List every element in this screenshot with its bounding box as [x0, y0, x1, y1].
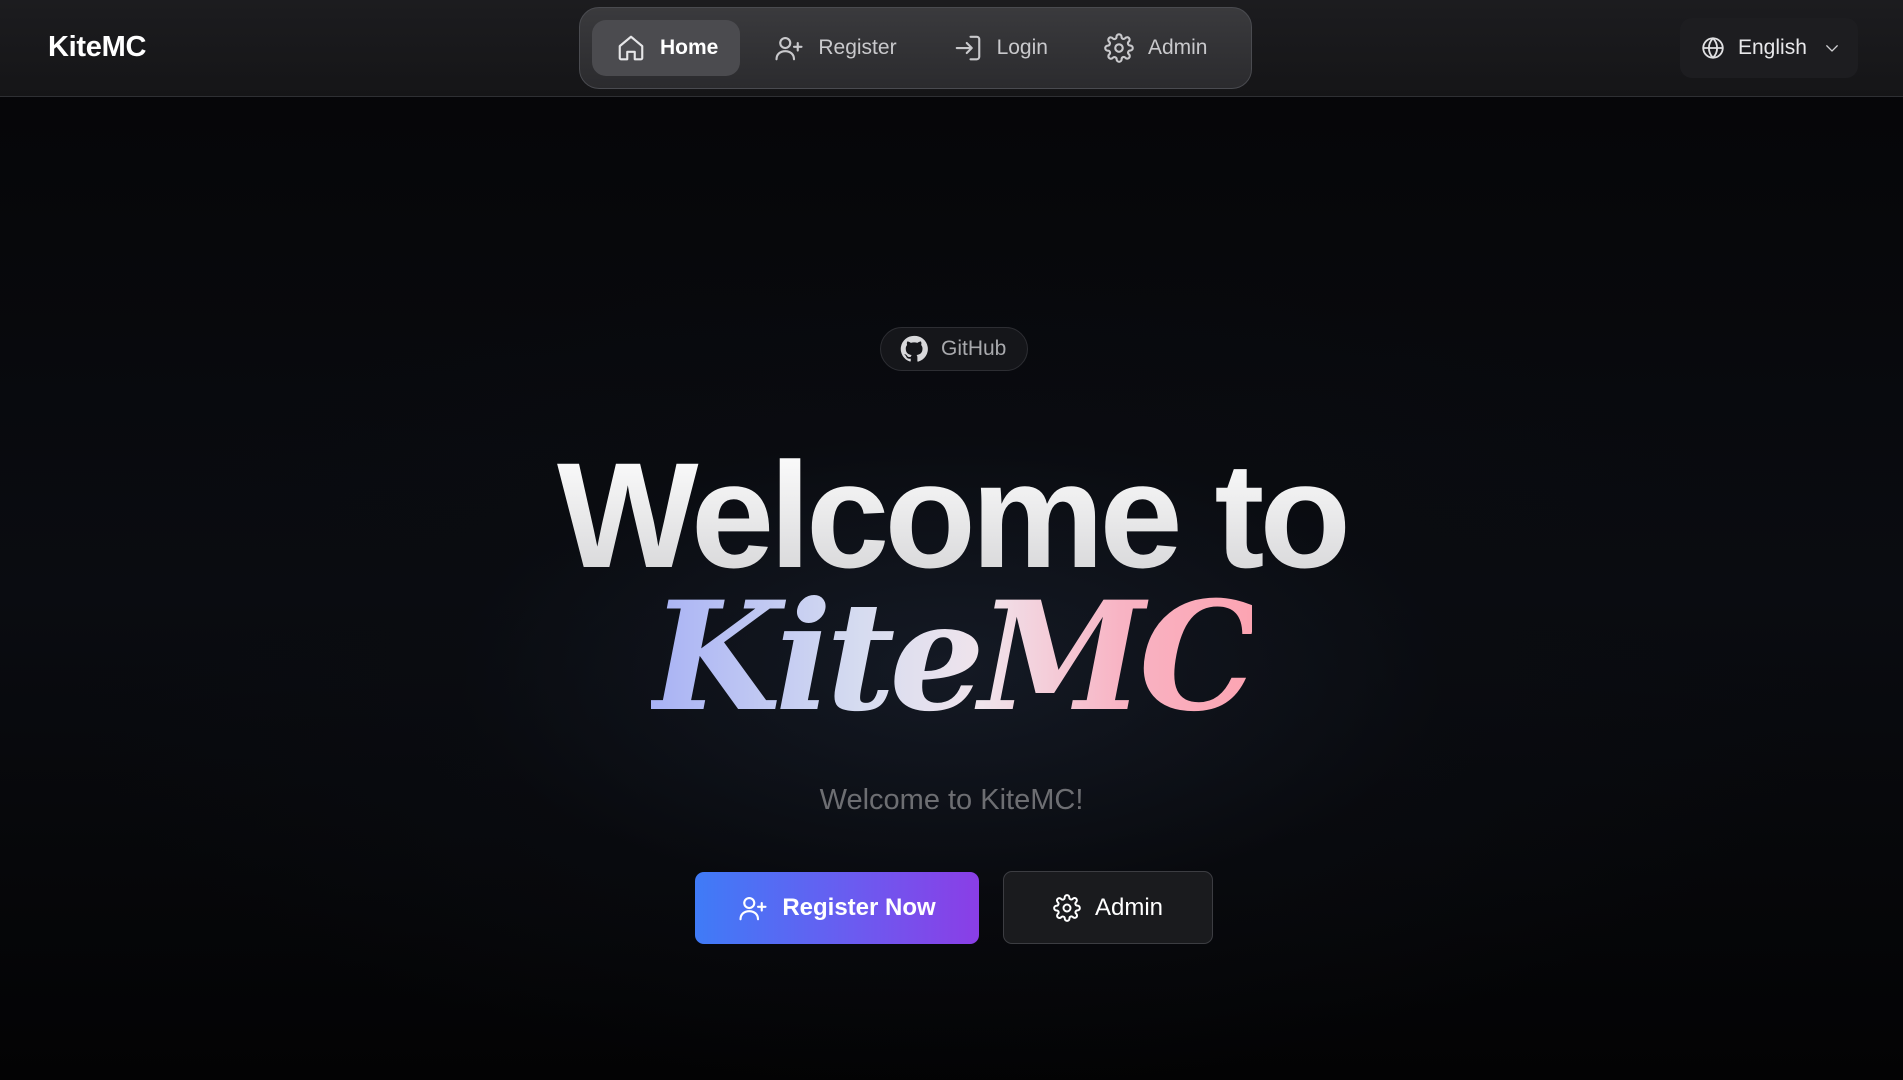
github-link[interactable]: GitHub: [880, 327, 1028, 371]
hero-title-line1: Welcome to: [0, 440, 1903, 590]
language-select[interactable]: English: [1680, 18, 1858, 78]
gear-icon: [1104, 33, 1134, 63]
globe-icon: [1702, 37, 1724, 59]
admin-button-label: Admin: [1094, 893, 1164, 921]
home-icon: [618, 35, 644, 61]
page: KiteMC Home Register Login Admin English…: [0, 0, 1903, 1080]
nav-item-login[interactable]: Login: [929, 20, 1070, 76]
hero-title-brand: KiteMC: [650, 569, 1258, 745]
login-icon: [955, 35, 980, 61]
nav-item-label: Admin: [1147, 36, 1208, 59]
top-bar: KiteMC Home Register Login Admin English: [0, 0, 1903, 97]
language-label: English: [1738, 36, 1807, 59]
site-logo[interactable]: KiteMC: [48, 31, 146, 64]
main-nav: Home Register Login Admin: [579, 7, 1252, 89]
nav-item-label: Register: [818, 36, 897, 59]
user-plus-icon: [739, 896, 767, 921]
hero-subtitle: Welcome to KiteMC!: [819, 784, 1084, 816]
register-now-button[interactable]: Register Now: [695, 872, 979, 944]
nav-item-admin[interactable]: Admin: [1080, 20, 1230, 76]
admin-button[interactable]: Admin: [1003, 871, 1213, 944]
gear-icon: [1053, 893, 1081, 922]
user-plus-icon: [775, 36, 803, 61]
nav-item-home[interactable]: Home: [592, 20, 741, 76]
nav-item-label: Home: [660, 36, 719, 59]
chevron-down-icon: [1826, 45, 1838, 52]
github-label: GitHub: [941, 337, 1007, 360]
nav-item-label: Login: [996, 36, 1048, 59]
hero-title-line2: KiteMC: [0, 582, 1903, 732]
register-now-label: Register Now: [782, 894, 936, 921]
github-icon: [900, 335, 928, 362]
nav-item-register[interactable]: Register: [750, 20, 918, 76]
